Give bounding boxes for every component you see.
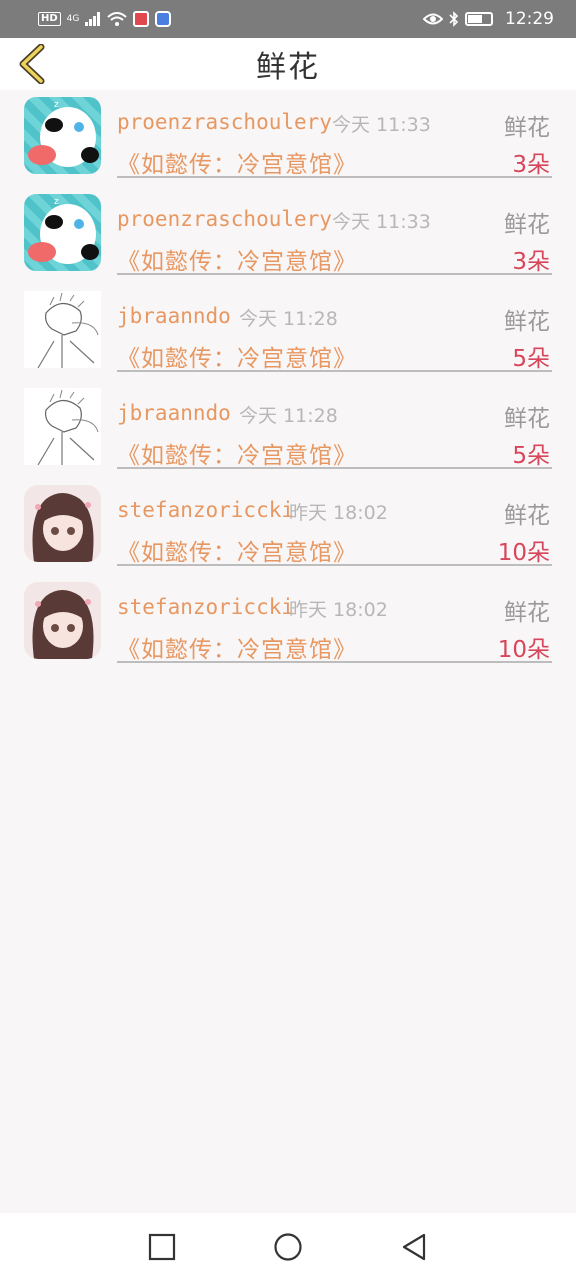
username[interactable]: jbraanndo bbox=[117, 304, 231, 328]
svg-text:z: z bbox=[54, 197, 59, 207]
status-left: HD 4G bbox=[38, 11, 172, 27]
timestamp: 今天 11:28 bbox=[239, 308, 338, 330]
book-title[interactable]: 《如懿传：冷宫意馆》 bbox=[117, 339, 357, 373]
username[interactable]: stefanzoriccki bbox=[117, 595, 294, 619]
chevron-left-icon bbox=[19, 44, 45, 84]
list-item[interactable]: jbraanndo 今天 11:28 鲜花 《如懿传：冷宫意馆》 5朵 bbox=[0, 284, 576, 381]
system-back-button[interactable] bbox=[399, 1232, 429, 1262]
book-title[interactable]: 《如懿传：冷宫意馆》 bbox=[117, 630, 357, 664]
panda-avatar-icon: z bbox=[28, 100, 99, 167]
sketch-avatar-icon bbox=[37, 292, 99, 368]
page-title: 鲜花 bbox=[256, 50, 320, 85]
record-content: proenzraschoulery 今天 11:33 鲜花 《如懿传：冷宫意馆》… bbox=[117, 90, 552, 178]
book-title[interactable]: 《如懿传：冷宫意馆》 bbox=[117, 242, 357, 276]
gift-type: 鲜花 bbox=[504, 212, 550, 238]
gift-type: 鲜花 bbox=[504, 115, 550, 141]
bluetooth-icon bbox=[449, 11, 459, 27]
sketch-avatar-icon bbox=[37, 389, 99, 465]
svg-text:z: z bbox=[54, 100, 59, 110]
book-title[interactable]: 《如懿传：冷宫意馆》 bbox=[117, 145, 357, 179]
reader-app-icon bbox=[133, 11, 150, 27]
hd-icon: HD bbox=[38, 12, 61, 26]
avatar[interactable] bbox=[24, 388, 101, 465]
panda-avatar-icon: z bbox=[28, 197, 99, 264]
gift-type: 鲜花 bbox=[504, 600, 550, 626]
timestamp: 今天 11:33 bbox=[332, 114, 431, 136]
avatar[interactable] bbox=[24, 291, 101, 368]
wifi-icon bbox=[107, 12, 128, 26]
recents-button[interactable] bbox=[147, 1232, 177, 1262]
book-title[interactable]: 《如懿传：冷宫意馆》 bbox=[117, 533, 357, 567]
circle-home-icon bbox=[274, 1232, 302, 1261]
record-content: stefanzoriccki 昨天 18:02 鲜花 《如懿传：冷宫意馆》 10… bbox=[117, 478, 552, 566]
back-button[interactable] bbox=[12, 44, 52, 84]
system-nav-bar bbox=[0, 1213, 576, 1280]
avatar[interactable] bbox=[24, 582, 101, 659]
timestamp: 昨天 18:02 bbox=[289, 599, 388, 621]
network-type-label: 4G bbox=[66, 14, 80, 24]
gift-count: 10朵 bbox=[497, 637, 550, 663]
avatar[interactable]: z bbox=[24, 97, 101, 174]
girl-avatar-icon bbox=[32, 493, 94, 562]
list-item[interactable]: stefanzoriccki 昨天 18:02 鲜花 《如懿传：冷宫意馆》 10… bbox=[0, 575, 576, 672]
timestamp: 今天 11:33 bbox=[332, 211, 431, 233]
record-content: proenzraschoulery 今天 11:33 鲜花 《如懿传：冷宫意馆》… bbox=[117, 187, 552, 275]
username[interactable]: jbraanndo bbox=[117, 401, 231, 425]
gift-count: 5朵 bbox=[512, 443, 550, 469]
timestamp: 昨天 18:02 bbox=[289, 502, 388, 524]
record-content: jbraanndo 今天 11:28 鲜花 《如懿传：冷宫意馆》 5朵 bbox=[117, 284, 552, 372]
avatar[interactable] bbox=[24, 485, 101, 562]
username[interactable]: proenzraschoulery bbox=[117, 207, 332, 231]
gift-type: 鲜花 bbox=[504, 309, 550, 335]
record-content: jbraanndo 今天 11:28 鲜花 《如懿传：冷宫意馆》 5朵 bbox=[117, 381, 552, 469]
app-header: 鲜花 bbox=[0, 38, 576, 90]
list-item[interactable]: z proenzraschoulery 今天 11:33 鲜花 《如懿传：冷宫意… bbox=[0, 187, 576, 284]
book-title[interactable]: 《如懿传：冷宫意馆》 bbox=[117, 436, 357, 470]
record-content: stefanzoriccki 昨天 18:02 鲜花 《如懿传：冷宫意馆》 10… bbox=[117, 575, 552, 663]
avatar[interactable]: z bbox=[24, 194, 101, 271]
list-item[interactable]: stefanzoriccki 昨天 18:02 鲜花 《如懿传：冷宫意馆》 10… bbox=[0, 478, 576, 575]
gift-count: 10朵 bbox=[497, 540, 550, 566]
gift-type: 鲜花 bbox=[504, 503, 550, 529]
browser-app-icon bbox=[155, 11, 172, 27]
battery-icon bbox=[465, 12, 493, 26]
clock: 12:29 bbox=[505, 9, 554, 29]
gift-type: 鲜花 bbox=[504, 406, 550, 432]
home-button[interactable] bbox=[273, 1232, 303, 1262]
triangle-back-icon bbox=[402, 1233, 426, 1260]
signal-icon bbox=[85, 12, 101, 26]
status-bar: HD 4G 12:29 bbox=[0, 0, 576, 38]
girl-avatar-icon bbox=[32, 590, 94, 659]
square-recents-icon bbox=[148, 1233, 176, 1260]
gift-count: 3朵 bbox=[512, 152, 550, 178]
gift-count: 5朵 bbox=[512, 346, 550, 372]
gift-count: 3朵 bbox=[512, 249, 550, 275]
eye-icon bbox=[423, 13, 443, 25]
list-item[interactable]: z proenzraschoulery 今天 11:33 鲜花 《如懿传：冷宫意… bbox=[0, 90, 576, 187]
timestamp: 今天 11:28 bbox=[239, 405, 338, 427]
username[interactable]: proenzraschoulery bbox=[117, 110, 332, 134]
username[interactable]: stefanzoriccki bbox=[117, 498, 294, 522]
flower-record-list: z proenzraschoulery 今天 11:33 鲜花 《如懿传：冷宫意… bbox=[0, 90, 576, 672]
status-right: 12:29 bbox=[423, 9, 554, 29]
list-item[interactable]: jbraanndo 今天 11:28 鲜花 《如懿传：冷宫意馆》 5朵 bbox=[0, 381, 576, 478]
